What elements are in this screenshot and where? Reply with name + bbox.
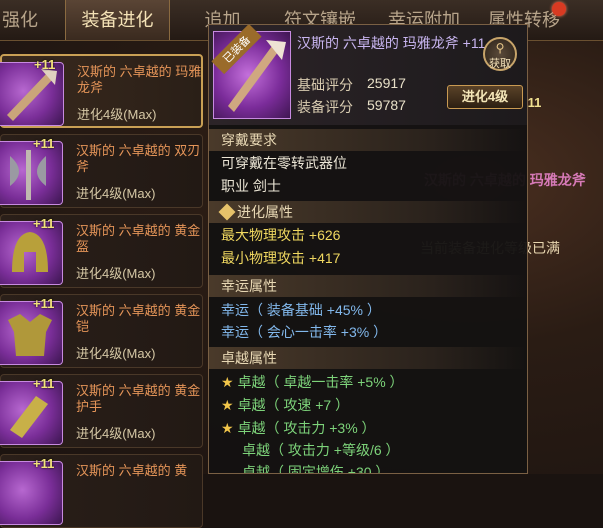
luck-line: 幸运（ 装备基础 +45% ） [221,302,381,318]
item-name: 汉斯的 六卓越的 黄 [76,463,188,478]
plus-badge: +11 [33,136,55,151]
list-item-maya-axe[interactable]: +11 汉斯的 六卓越的 玛雅龙斧 进化4级(Max) [0,54,203,128]
tooltip-header: 已装备 汉斯的 六卓越的 玛雅龙斧 +11 基础评分 25917 装备评分 59… [209,25,527,125]
plus-badge: +11 [33,456,55,471]
star-icon: ★ [221,374,238,390]
item-level: 进化4级(Max) [76,266,156,281]
list-item-gold-gauntlet[interactable]: +11 汉斯的 六卓越的 黄金护手 进化4级(Max) [0,374,203,448]
item-level: 进化4级(Max) [77,107,157,122]
item-tooltip: 已装备 汉斯的 六卓越的 玛雅龙斧 +11 基础评分 25917 装备评分 59… [208,24,528,474]
evolution-level-badge: 进化4级 [447,85,523,109]
base-score-value: 25917 [367,75,406,91]
list-item-gold-helm[interactable]: +11 汉斯的 六卓越的 黄金盔 进化4级(Max) [0,214,203,288]
excellent-line: 卓越（ 固定增伤 +30 ） [242,464,390,474]
equipment-list: +11 汉斯的 六卓越的 玛雅龙斧 进化4级(Max) +11 汉斯的 六卓越的… [0,44,205,528]
plus-badge: +11 [33,296,55,311]
plus-badge: +11 [33,216,55,231]
wear-line: 可穿戴在零转武器位 [221,155,347,171]
diamond-icon [218,203,236,221]
excellent-line: ★ 卓越（ 卓越一击率 +5% ） [221,374,404,390]
excellent-line: 卓越（ 攻击力 +等级/6 ） [242,442,400,458]
list-item-double-axe[interactable]: +11 汉斯的 六卓越的 双刃斧 进化4级(Max) [0,134,203,208]
excellent-line: ★ 卓越（ 攻速 +7 ） [221,397,350,413]
item-level: 进化4级(Max) [76,426,156,441]
section-evolution-attributes: 进化属性 [209,201,527,223]
wear-line: 职业 剑士 [221,178,281,194]
evo-line: 最大物理攻击 +626 [221,227,341,243]
magnifier-icon: ⚲ [495,41,505,55]
item-name: 汉斯的 六卓越的 黄金护手 [76,383,201,414]
list-item-gold-armor[interactable]: +11 汉斯的 六卓越的 黄金铠 进化4级(Max) [0,294,203,368]
section-wear-requirements: 穿戴要求 [209,129,527,151]
plus-badge: +11 [33,376,55,391]
tab-enhance[interactable]: 强化 [0,0,40,40]
equip-score-label: 装备评分 [297,99,353,115]
tab-evolution[interactable]: 装备进化 [65,0,170,40]
list-item-partial[interactable]: +11 汉斯的 六卓越的 黄 [0,454,203,528]
item-level: 进化4级(Max) [76,186,156,201]
tooltip-item-name: 汉斯的 六卓越的 玛雅龙斧 +11 [297,35,486,51]
section-luck-attributes: 幸运属性 [209,275,527,297]
luck-line: 幸运（ 会心一击率 +3% ） [221,324,388,340]
item-name: 汉斯的 六卓越的 黄金铠 [76,303,201,334]
item-name: 汉斯的 六卓越的 玛雅龙斧 [77,64,202,95]
excellent-line: ★ 卓越（ 攻击力 +3% ） [221,420,376,436]
equip-score-value: 59787 [367,97,406,113]
get-button[interactable]: ⚲ 获取 [483,37,517,71]
evo-line: 最小物理攻击 +417 [221,250,341,266]
base-score-label: 基础评分 [297,77,353,93]
star-icon: ★ [221,420,238,436]
section-excellent-attributes: 卓越属性 [209,347,527,369]
item-name: 汉斯的 六卓越的 黄金盔 [76,223,201,254]
notification-dot [552,2,566,16]
tooltip-item-icon: 已装备 [211,25,291,119]
plus-badge: +11 [34,57,56,72]
item-level: 进化4级(Max) [76,346,156,361]
item-name: 汉斯的 六卓越的 双刃斧 [76,143,201,174]
star-icon: ★ [221,397,238,413]
